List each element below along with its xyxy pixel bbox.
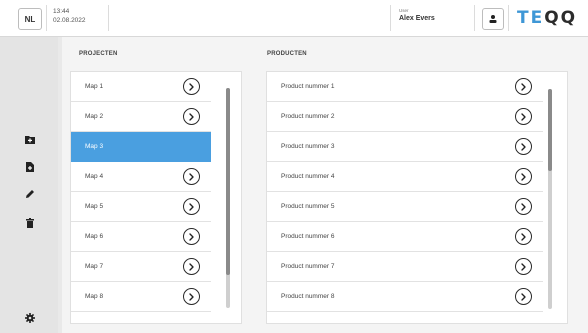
divider [474, 5, 475, 31]
chevron-right-icon[interactable] [515, 288, 532, 305]
product-row-label: Product nummer 2 [281, 113, 335, 120]
chevron-right-icon[interactable] [515, 228, 532, 245]
add-folder-icon[interactable] [25, 134, 35, 144]
project-row[interactable]: Map 5 [71, 192, 211, 222]
chevron-right-icon[interactable] [183, 168, 200, 185]
divider [108, 5, 109, 31]
projects-list: Map 8 Map 7 Map 6 Map 5 Map 4 Map 3 Map 2 Map 1 [70, 71, 242, 324]
project-row[interactable]: Map 8 [71, 282, 211, 312]
chevron-right-icon[interactable] [183, 288, 200, 305]
user-button[interactable] [482, 8, 504, 30]
chevron-right-icon[interactable] [183, 228, 200, 245]
main-panel: PROJECTEN PRODUCTEN Map 8 Map 7 Map 6 Map 5… [62, 37, 588, 333]
logo: TEQQ [517, 7, 577, 29]
product-row-label: Product nummer 4 [281, 173, 335, 180]
time-text: 13:44 [53, 8, 70, 15]
trash-icon[interactable] [25, 218, 35, 228]
products-scrollbar[interactable] [548, 89, 552, 309]
projects-title: PROJECTEN [79, 51, 118, 57]
project-row-label: Map 8 [85, 293, 104, 300]
products-title: PRODUCTEN [267, 51, 307, 57]
chevron-right-icon[interactable] [183, 78, 200, 95]
logo-text-te: TE [517, 8, 545, 28]
top-bar: NL 13:44 02.08.2022 User Alex Evers TEQQ [0, 0, 588, 37]
divider [508, 5, 509, 31]
project-row[interactable]: Map 6 [71, 222, 211, 252]
project-row-label: Map 2 [85, 113, 104, 120]
project-row[interactable]: Map 7 [71, 252, 211, 282]
sidebar [0, 37, 58, 333]
product-row[interactable]: Product nummer 4 [267, 162, 543, 192]
chevron-right-icon[interactable] [183, 108, 200, 125]
product-row[interactable]: Product nummer 3 [267, 132, 543, 162]
project-row[interactable]: Map 4 [71, 162, 211, 192]
datetime: 13:44 02.08.2022 [53, 7, 86, 25]
projects-scrollbar[interactable] [226, 88, 230, 308]
project-row[interactable]: Map 2 [71, 102, 211, 132]
divider [46, 5, 47, 31]
gear-icon[interactable] [25, 313, 35, 323]
project-row-label: Map 7 [85, 263, 104, 270]
project-row-label: Map 5 [85, 203, 104, 210]
pencil-icon[interactable] [25, 189, 35, 199]
product-row-label: Product nummer 8 [281, 293, 335, 300]
product-row[interactable]: Product nummer 7 [267, 252, 543, 282]
product-row-label: Product nummer 6 [281, 233, 335, 240]
chevron-right-icon[interactable] [515, 78, 532, 95]
project-row-label: Map 1 [85, 83, 104, 90]
product-row[interactable]: Product nummer 6 [267, 222, 543, 252]
divider [390, 5, 391, 31]
chevron-right-icon[interactable] [515, 138, 532, 155]
products-scrollbar-thumb[interactable] [548, 89, 552, 171]
date-text: 02.08.2022 [53, 17, 86, 24]
language-button[interactable]: NL [18, 8, 42, 30]
project-row[interactable]: Map 3 [71, 132, 211, 162]
user-icon [489, 15, 497, 23]
user-name: Alex Evers [399, 15, 435, 22]
chevron-right-icon[interactable] [515, 258, 532, 275]
chevron-right-icon[interactable] [515, 198, 532, 215]
logo-text-qq: QQ [544, 8, 578, 28]
products-list: Product nummer 8 Product nummer 7 Product … [266, 71, 568, 324]
product-row[interactable]: Product nummer 5 [267, 192, 543, 222]
project-row-label: Map 3 [85, 143, 104, 150]
chevron-right-icon[interactable] [515, 108, 532, 125]
project-row-label: Map 6 [85, 233, 104, 240]
product-row-label: Product nummer 5 [281, 203, 335, 210]
product-row[interactable]: Product nummer 8 [267, 282, 543, 312]
chevron-right-icon[interactable] [515, 168, 532, 185]
product-row-label: Product nummer 7 [281, 263, 335, 270]
add-file-icon[interactable] [25, 162, 35, 172]
chevron-right-icon[interactable] [183, 258, 200, 275]
product-row[interactable]: Product nummer 2 [267, 102, 543, 132]
language-label: NL [24, 14, 36, 24]
chevron-right-icon[interactable] [183, 198, 200, 215]
product-row-label: Product nummer 3 [281, 143, 335, 150]
product-row[interactable]: Product nummer 1 [267, 72, 543, 102]
user-label: User [399, 8, 409, 13]
project-row-label: Map 4 [85, 173, 104, 180]
project-row[interactable]: Map 1 [71, 72, 211, 102]
projects-scrollbar-thumb[interactable] [226, 88, 230, 275]
product-row-label: Product nummer 1 [281, 83, 335, 90]
